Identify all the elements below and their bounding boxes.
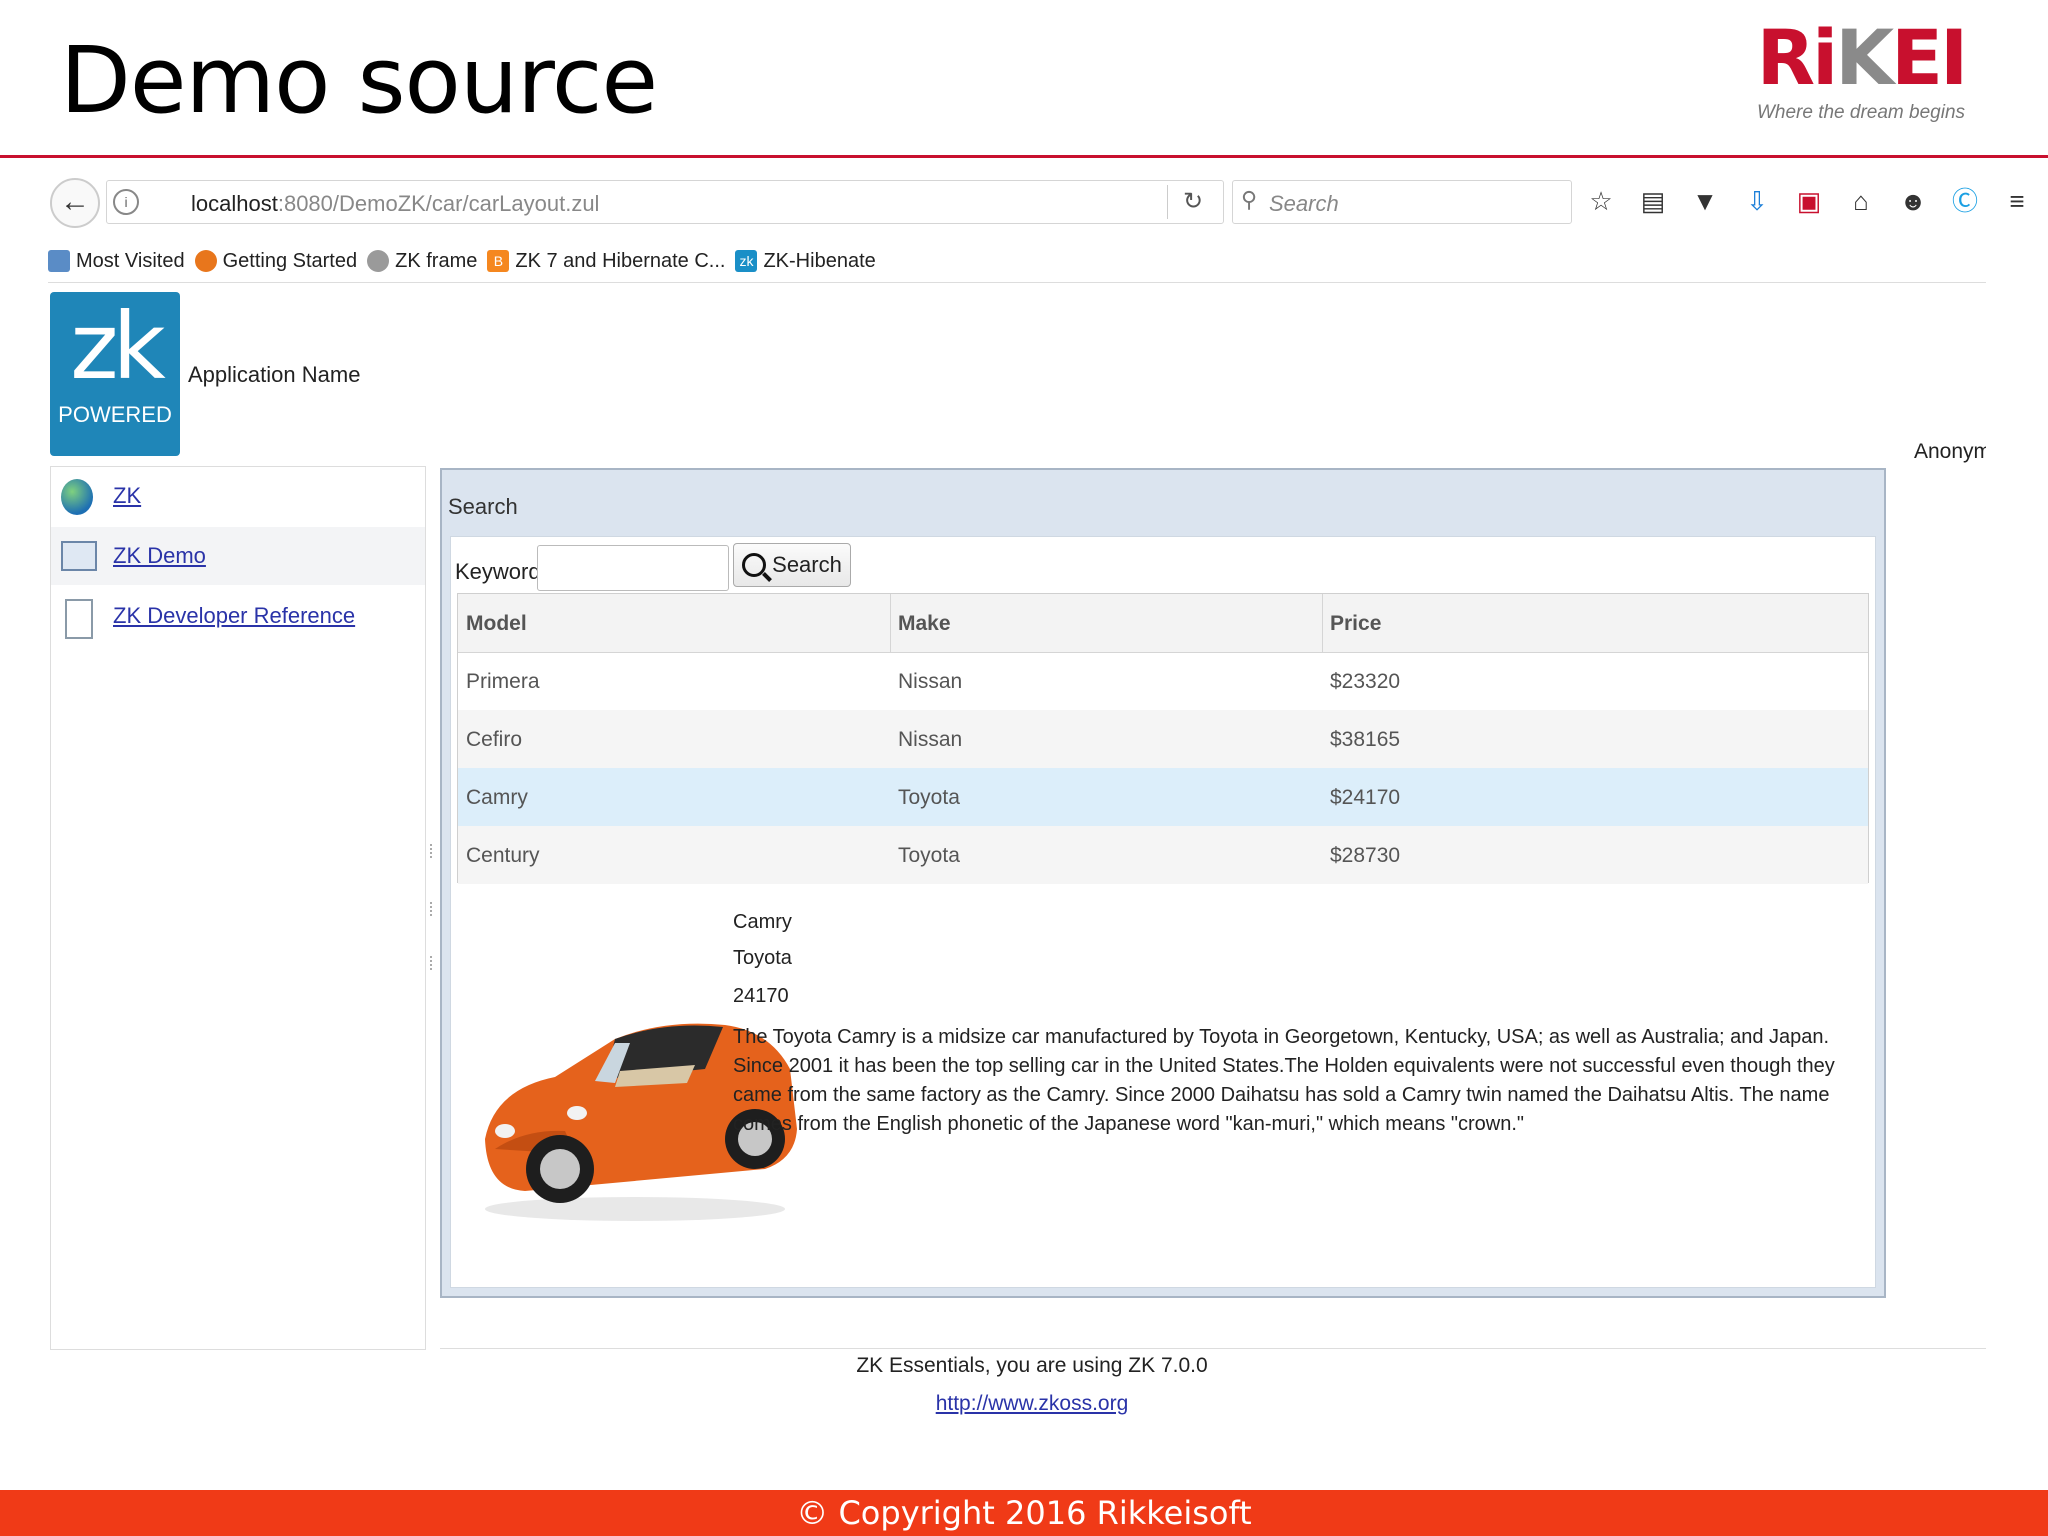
sidebar-item-zk-demo[interactable]: ZK Demo [51, 527, 425, 585]
cell-price: $24170 [1330, 786, 1401, 809]
column-header-make[interactable]: Make [898, 612, 951, 636]
blogger-icon: B [487, 250, 510, 272]
footer-link-wrap: http://www.zkoss.org [0, 1392, 2048, 1416]
sidebar-link-zk-developer-reference[interactable]: ZK Developer Reference [113, 603, 355, 629]
firefox-icon [194, 250, 217, 272]
splitter-grip [430, 844, 436, 858]
chat-icon[interactable]: ☻ [1894, 182, 1932, 220]
cell-model: Cefiro [466, 728, 523, 751]
grid-header: Model Make Price [458, 594, 1868, 653]
column-divider [890, 594, 891, 652]
reload-icon[interactable]: ↻ [1183, 187, 1203, 216]
cell-price: $23320 [1330, 670, 1401, 693]
bookmark-zk-frame[interactable]: ZK frame [367, 250, 477, 273]
search-icon: ⚲ [1241, 187, 1258, 212]
globe-icon [61, 479, 93, 515]
table-row[interactable]: Primera Nissan $23320 [458, 652, 1868, 710]
sidebar-item-zk-developer-reference[interactable]: ZK Developer Reference [51, 587, 425, 645]
bookmark-most-visited[interactable]: Most Visited [48, 250, 185, 273]
bookmark-getting-started[interactable]: Getting Started [194, 250, 357, 273]
most-visited-icon [48, 250, 70, 272]
rikkei-logo: RiKEI Where the dream begins [1746, 20, 1976, 124]
search-button[interactable]: Search [733, 543, 851, 587]
sidebar-link-zk[interactable]: ZK [113, 483, 141, 509]
header-divider [0, 155, 2048, 158]
detail-model: Camry [733, 911, 792, 933]
detail-make: Toyota [733, 947, 792, 969]
detail-price: 24170 [733, 985, 789, 1007]
info-icon[interactable]: i [113, 189, 139, 215]
panel-body: Keyword: Search Model Make Price Primera… [450, 536, 1876, 1288]
chrome-divider [48, 282, 1986, 283]
globe-icon [367, 250, 390, 272]
sidebar-item-zk[interactable]: ZK [51, 467, 425, 525]
download-icon[interactable]: ⇩ [1738, 182, 1776, 220]
sidebar: ZK ZK Demo ZK Developer Reference [50, 466, 426, 1350]
cell-model: Camry [466, 786, 528, 809]
menu-icon[interactable]: ≡ [1998, 182, 2036, 220]
cell-make: Toyota [898, 786, 960, 809]
detail-description: The Toyota Camry is a midsize car manufa… [733, 1026, 1835, 1135]
panel-title: Search [448, 494, 518, 519]
cell-make: Toyota [898, 844, 960, 867]
skype-icon[interactable]: Ⓒ [1946, 182, 1984, 220]
splitter-collapse-icon[interactable] [430, 902, 436, 916]
clipboard-icon[interactable]: ▤ [1634, 182, 1672, 220]
keyword-input[interactable] [537, 545, 729, 591]
pocket-icon[interactable]: ▼ [1686, 182, 1724, 220]
flash-icon[interactable]: ▣ [1790, 182, 1828, 220]
bookmark-zk7-hibernate[interactable]: B ZK 7 and Hibernate C... [487, 250, 725, 273]
column-header-price[interactable]: Price [1330, 612, 1381, 636]
back-arrow-icon[interactable]: ← [50, 178, 100, 228]
sidebar-link-zk-demo[interactable]: ZK Demo [113, 543, 206, 569]
browser-search-placeholder: Search [1269, 191, 1339, 216]
document-icon [65, 599, 93, 639]
cell-price: $38165 [1330, 728, 1401, 751]
brand-tagline: Where the dream begins [1756, 102, 1966, 123]
slide-title: Demo source [60, 27, 658, 134]
url-text[interactable]: localhost:8080/DemoZK/car/carLayout.zul [191, 191, 599, 217]
cell-make: Nissan [898, 670, 963, 693]
zk-icon: zk [735, 250, 758, 272]
layout-splitter[interactable] [428, 466, 438, 1348]
url-divider [1167, 185, 1168, 219]
cell-make: Nissan [898, 728, 963, 751]
monitor-icon [61, 541, 97, 571]
footer-text: ZK Essentials, you are using ZK 7.0.0 [856, 1354, 1208, 1377]
footer-divider [440, 1348, 1986, 1349]
table-row[interactable]: Cefiro Nissan $38165 [458, 710, 1868, 768]
bookmark-zk-hibenate[interactable]: zk ZK-Hibenate [735, 250, 876, 273]
user-label: Anonymous [1914, 440, 1986, 463]
bookmarks-bar: Most Visited Getting Started ZK frame BZ… [48, 244, 876, 278]
keyword-label: Keyword: [455, 559, 547, 584]
splitter-grip [430, 956, 436, 970]
bookmark-star-icon[interactable]: ☆ [1582, 182, 1620, 220]
browser-search-box[interactable]: ⚲ Search [1232, 180, 1572, 224]
cell-model: Century [466, 844, 540, 867]
table-row[interactable]: Century Toyota $28730 [458, 826, 1868, 884]
browser-toolbar: ☆ ▤ ▼ ⇩ ▣ ⌂ ☻ Ⓒ ≡ [1582, 180, 2036, 222]
application-name: Application Name [188, 362, 361, 387]
home-icon[interactable]: ⌂ [1842, 182, 1880, 220]
column-header-model[interactable]: Model [466, 612, 527, 636]
url-bar[interactable]: i localhost:8080/DemoZK/car/carLayout.zu… [106, 180, 1224, 224]
zk-powered-logo: zk POWERED [50, 292, 180, 456]
cell-model: Primera [466, 670, 540, 693]
car-list-grid: Model Make Price Primera Nissan $23320 C… [457, 593, 1869, 884]
cell-price: $28730 [1330, 844, 1401, 867]
table-row-selected[interactable]: Camry Toyota $24170 [458, 768, 1868, 826]
search-panel: Search Keyword: Search Model Make Price … [440, 468, 1886, 1298]
column-divider [1322, 594, 1323, 652]
search-icon [742, 553, 767, 577]
zkoss-link[interactable]: http://www.zkoss.org [936, 1392, 1129, 1415]
browser-nav-bar: ← i localhost:8080/DemoZK/car/carLayout.… [48, 176, 2025, 232]
copyright-bar: © Copyright 2016 Rikkeisoft [0, 1490, 2048, 1536]
